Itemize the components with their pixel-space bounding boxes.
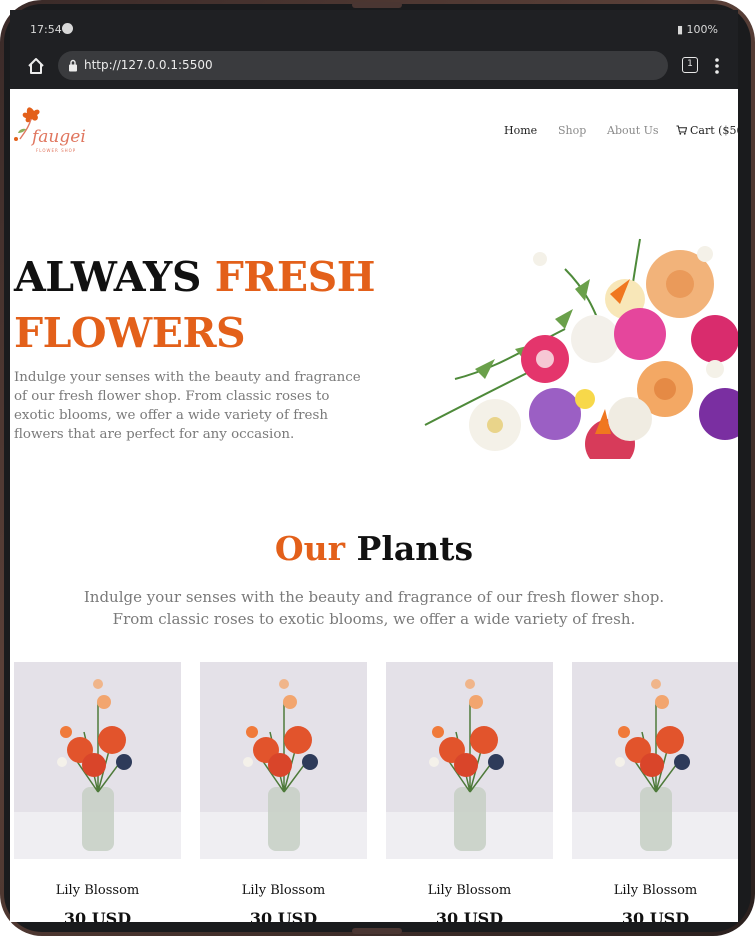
plants-section-description: Indulge your senses with the beauty and … (10, 586, 738, 630)
product-price: 30 USD (621, 909, 690, 922)
product-name: Lily Blossom (427, 883, 512, 898)
home-icon[interactable] (26, 56, 46, 76)
plants-title-accent: Our (274, 529, 346, 568)
url-bar[interactable]: http://127.0.0.1:5500 (58, 51, 668, 80)
hero-title: ALWAYS FRESH FLOWERS (14, 249, 375, 361)
plants-section-title: Our Plants (10, 529, 738, 568)
web-page: faugei FLOWER SHOP Home Shop About Us Ca… (10, 89, 738, 922)
overflow-menu-icon[interactable] (710, 56, 724, 76)
browser-toolbar: http://127.0.0.1:5500 1 (10, 44, 738, 89)
status-time: 17:54 (30, 23, 62, 36)
hero-title-part1: ALWAYS (14, 253, 215, 301)
product-name: Lily Blossom (241, 883, 326, 898)
signal-icon: ▮ (676, 23, 687, 36)
product-image (14, 662, 181, 859)
product-price: 30 USD (249, 909, 318, 922)
plants-description-line2: From classic roses to exotic blooms, we … (112, 610, 636, 628)
product-name: Lily Blossom (613, 883, 698, 898)
flower-bouquet-image (424, 238, 738, 459)
product-card[interactable]: Lily Blossom 30 USD (14, 662, 181, 922)
plants-description-line1: Indulge your senses with the beauty and … (83, 588, 665, 606)
notification-icon (62, 23, 73, 34)
nav-shop-link[interactable]: Shop (558, 124, 586, 137)
tabs-icon[interactable]: 1 (682, 57, 698, 73)
hinge-top (352, 2, 402, 8)
hero-title-part2: FRESH (214, 253, 376, 301)
product-image (200, 662, 367, 859)
battery-label: 100% (686, 23, 718, 36)
hero-description: Indulge your senses with the beauty and … (14, 370, 361, 442)
product-image (572, 662, 738, 859)
logo-text: faugei (32, 127, 86, 147)
cart-label: Cart ($56) (690, 124, 738, 137)
product-card[interactable]: Lily Blossom 30 USD (200, 662, 367, 922)
status-battery: ▮ 100% (677, 23, 718, 36)
nav-home-link[interactable]: Home (504, 124, 537, 137)
nav-about-link[interactable]: About Us (607, 124, 659, 137)
plants-title-rest: Plants (345, 529, 474, 568)
product-price: 30 USD (63, 909, 132, 922)
product-card[interactable]: Lily Blossom 30 USD (386, 662, 553, 922)
nav-cart-link[interactable]: Cart ($56) (676, 124, 738, 137)
site-logo[interactable]: faugei FLOWER SHOP (12, 103, 102, 153)
logo-subtext: FLOWER SHOP (36, 148, 77, 153)
url-text: http://127.0.0.1:5500 (84, 58, 213, 72)
product-name: Lily Blossom (55, 883, 140, 898)
cart-icon (676, 125, 687, 135)
product-card[interactable]: Lily Blossom 30 USD (572, 662, 738, 922)
product-price: 30 USD (435, 909, 504, 922)
hinge-bottom (352, 928, 402, 934)
lock-icon (69, 59, 77, 72)
product-image (386, 662, 553, 859)
hero-title-part3: FLOWERS (14, 309, 246, 357)
status-bar: 17:54 ▮ 100% (10, 10, 738, 48)
